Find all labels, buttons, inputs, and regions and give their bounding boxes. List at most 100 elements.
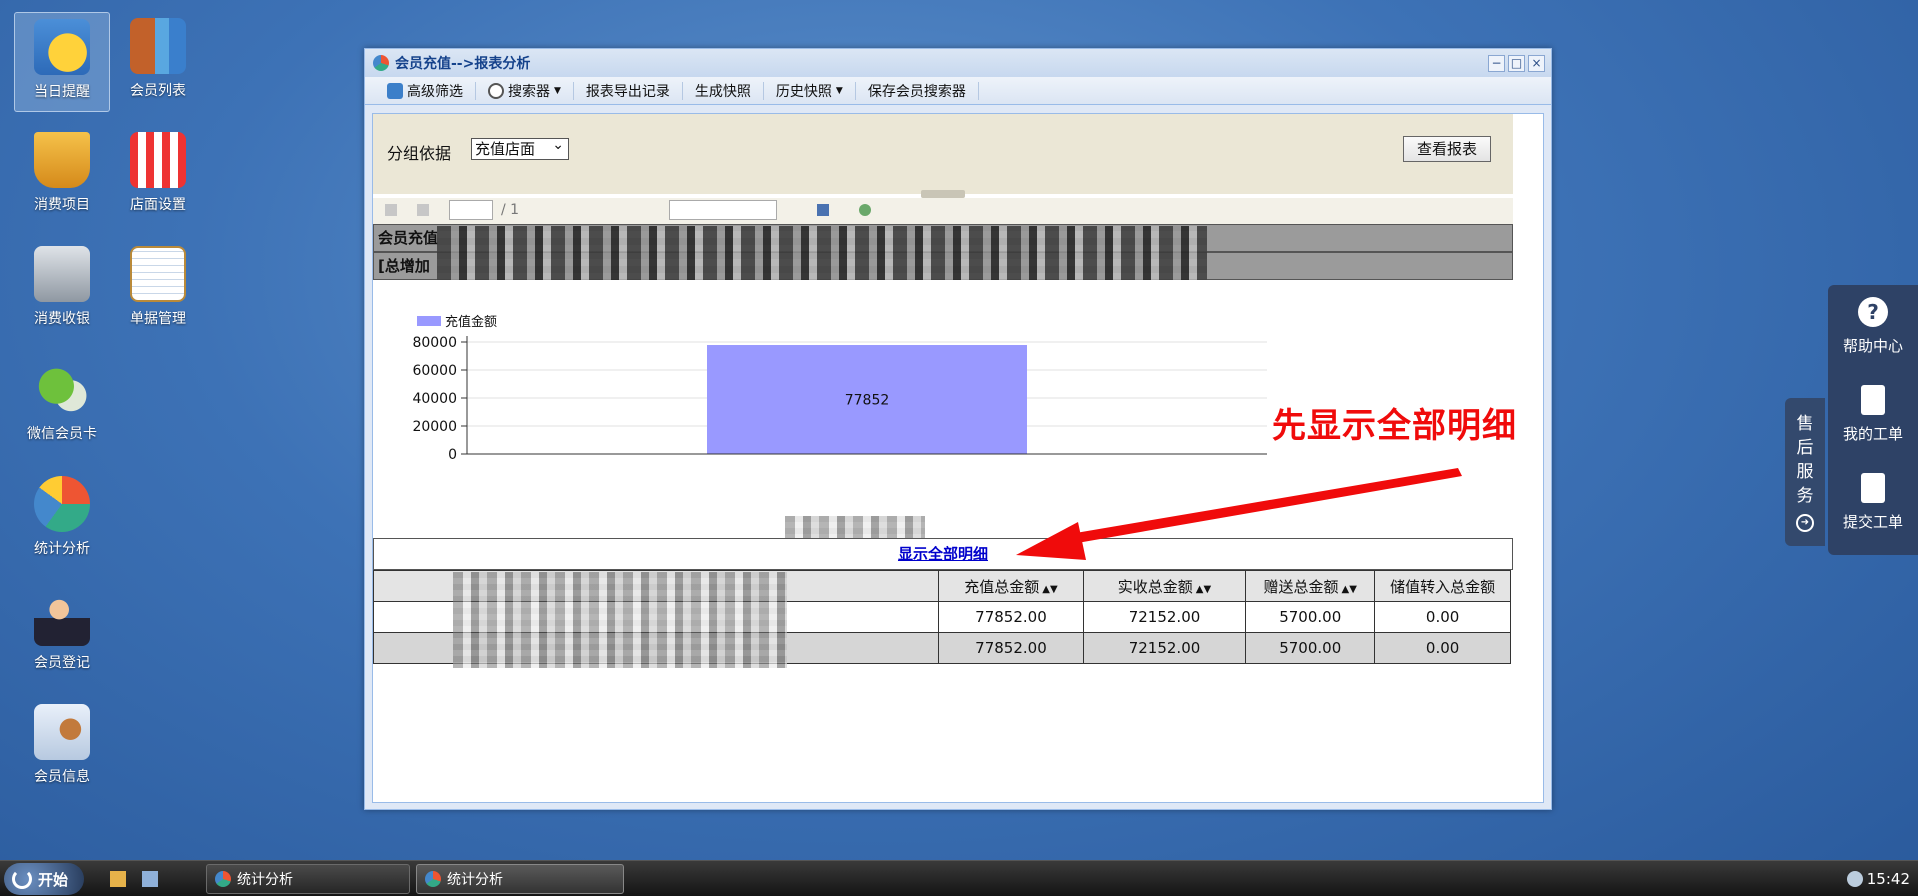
app-logo-icon — [373, 55, 389, 71]
table-cell: 5700.00 — [1245, 632, 1376, 664]
desktop-icon-member-list[interactable]: 会员列表 — [110, 12, 206, 112]
desktop-icon-daily-reminder[interactable]: 当日提醒 — [14, 12, 110, 112]
toolbar-snapshot[interactable]: 生成快照 — [683, 81, 764, 100]
my-tickets-item[interactable]: 我的工单 — [1828, 373, 1918, 461]
desktop-icon-label: 会员登记 — [34, 655, 90, 671]
desktop-icon-label: 消费收银 — [34, 311, 90, 327]
column-header[interactable]: 实收总金额 ▲▼ — [1082, 570, 1247, 602]
table-cell: 72152.00 — [1082, 632, 1247, 664]
start-button[interactable]: 开始 — [4, 863, 84, 895]
y-tick-label: 80000 — [412, 335, 457, 351]
toolbar-searcher[interactable]: 搜索器 ▼ — [476, 81, 574, 100]
toolbar-export-log[interactable]: 报表导出记录 — [574, 81, 683, 100]
window-toolbar: 高级筛选 搜索器 ▼ 报表导出记录 生成快照 历史快照 ▼ 保存会员搜索器 — [365, 77, 1551, 105]
desktop-icon-store-settings[interactable]: 店面设置 — [110, 126, 206, 226]
side-item-label: 提交工单 — [1842, 513, 1903, 531]
start-label: 开始 — [38, 870, 69, 889]
desktop-icon-label: 微信会员卡 — [27, 426, 97, 442]
help-center-item[interactable]: ? 帮助中心 — [1828, 285, 1918, 373]
report-subheader-text: [总增加 — [378, 257, 430, 275]
sort-icon: ▲▼ — [1341, 583, 1357, 595]
y-tick-label: 60000 — [412, 363, 457, 379]
redacted-header — [437, 226, 1207, 280]
search-icon — [488, 82, 504, 99]
shopping-basket-icon — [34, 132, 90, 188]
window-title: 会员充值-->报表分析 — [395, 56, 531, 72]
toolbar-label: 搜索器 — [508, 83, 550, 100]
toolbar-save-searcher[interactable]: 保存会员搜索器 — [856, 81, 979, 100]
sort-icon: ▲▼ — [1042, 583, 1058, 595]
desktop-icon-label: 单据管理 — [130, 311, 186, 327]
view-report-button[interactable]: 查看报表 — [1403, 136, 1491, 162]
y-tick-label: 20000 — [412, 419, 457, 435]
y-tick-label: 40000 — [412, 391, 457, 407]
export-icon[interactable] — [817, 204, 829, 216]
table-cell: 77852.00 — [938, 601, 1084, 633]
splitter-handle[interactable] — [921, 190, 965, 198]
legend-label: 充值金额 — [445, 314, 497, 330]
pager-bar: / 1 — [373, 198, 1513, 224]
find-input[interactable] — [669, 200, 777, 220]
toolbar-label: 历史快照 — [775, 83, 832, 100]
close-button[interactable]: × — [1528, 55, 1545, 72]
side-item-label: 帮助中心 — [1842, 337, 1903, 355]
pie-chart-icon — [34, 476, 90, 532]
column-header[interactable]: 充值总金额 ▲▼ — [938, 570, 1084, 602]
toolbar-label: 高级筛选 — [407, 83, 463, 100]
service-panel: ? 帮助中心 我的工单 提交工单 — [1828, 285, 1918, 555]
desktop-icon-wechat-card[interactable]: 微信会员卡 — [14, 355, 110, 467]
system-clock[interactable]: 15:42 — [1846, 870, 1910, 888]
task-label: 统计分析 — [237, 872, 293, 888]
desktop-icon-member-info[interactable]: 会员信息 — [14, 698, 110, 798]
refresh-icon[interactable] — [859, 204, 871, 216]
show-all-details-link[interactable]: 显示全部明细 — [898, 545, 988, 563]
group-by-select[interactable]: 充值店面 — [471, 135, 569, 160]
taskbar-item-statistics[interactable]: 统计分析 — [206, 864, 410, 894]
toolbar-advanced-filter[interactable]: 高级筛选 — [375, 81, 476, 100]
window-titlebar[interactable]: 会员充值-->报表分析 — [365, 49, 1551, 77]
page-input[interactable] — [449, 200, 493, 220]
wechat-icon — [34, 361, 90, 417]
member-list-icon — [130, 18, 186, 74]
toolbar-label: 报表导出记录 — [585, 83, 670, 100]
desktop-icon-statistics[interactable]: 统计分析 — [14, 470, 110, 570]
toolbar-label: 生成快照 — [694, 83, 751, 100]
submit-ticket-item[interactable]: 提交工单 — [1828, 461, 1918, 549]
desktop-icon-label: 会员信息 — [34, 769, 90, 785]
clipboard-icon — [1861, 473, 1885, 503]
arrow-circle-icon: ➜ — [1796, 514, 1814, 532]
dropdown-arrow-icon: ▼ — [835, 85, 843, 96]
first-page-icon[interactable] — [385, 204, 397, 216]
clipboard-icon — [1861, 385, 1885, 415]
toolbar-history-snapshot[interactable]: 历史快照 ▼ — [764, 81, 856, 100]
taskbar: 开始 统计分析 统计分析 15:42 — [0, 860, 1918, 896]
desktop-icon-consumption-items[interactable]: 消费项目 — [14, 126, 110, 226]
folder-quicklaunch-icon[interactable] — [110, 871, 126, 887]
table-cell: 0.00 — [1374, 601, 1511, 633]
member-info-icon — [34, 704, 90, 760]
toolbar-label: 保存会员搜索器 — [867, 83, 966, 100]
desktop-icon-cashier[interactable]: 消费收银 — [14, 240, 110, 340]
report-header-text: 会员充值 — [378, 229, 439, 247]
desktop-icon-label: 店面设置 — [130, 197, 186, 213]
group-by-label: 分组依据 — [387, 144, 452, 163]
desktop-icon-bill-management[interactable]: 单据管理 — [110, 240, 206, 340]
taskbar-item-statistics-active[interactable]: 统计分析 — [416, 864, 624, 894]
desktop-icon-label: 会员列表 — [130, 83, 186, 99]
app-logo-icon — [425, 871, 441, 887]
desktop-quicklaunch-icon[interactable] — [142, 871, 158, 887]
table-cell: 72152.00 — [1082, 601, 1247, 633]
help-icon: ? — [1858, 297, 1888, 327]
prev-page-icon[interactable] — [417, 204, 429, 216]
maximize-button[interactable]: □ — [1508, 55, 1525, 72]
app-logo-icon — [215, 871, 231, 887]
bar-data-label: 77852 — [845, 393, 890, 409]
column-header[interactable]: 赠送总金额 ▲▼ — [1245, 570, 1376, 602]
minimize-button[interactable]: − — [1488, 55, 1505, 72]
filter-bar: 分组依据 充值店面 查看报表 — [373, 114, 1513, 194]
notepad-icon — [130, 246, 186, 302]
cash-register-icon — [34, 246, 90, 302]
after-sales-tab[interactable]: 售后服务 ➜ — [1785, 398, 1825, 546]
table-cell: 77852.00 — [938, 632, 1084, 664]
desktop-icon-member-register[interactable]: 会员登记 — [14, 584, 110, 684]
